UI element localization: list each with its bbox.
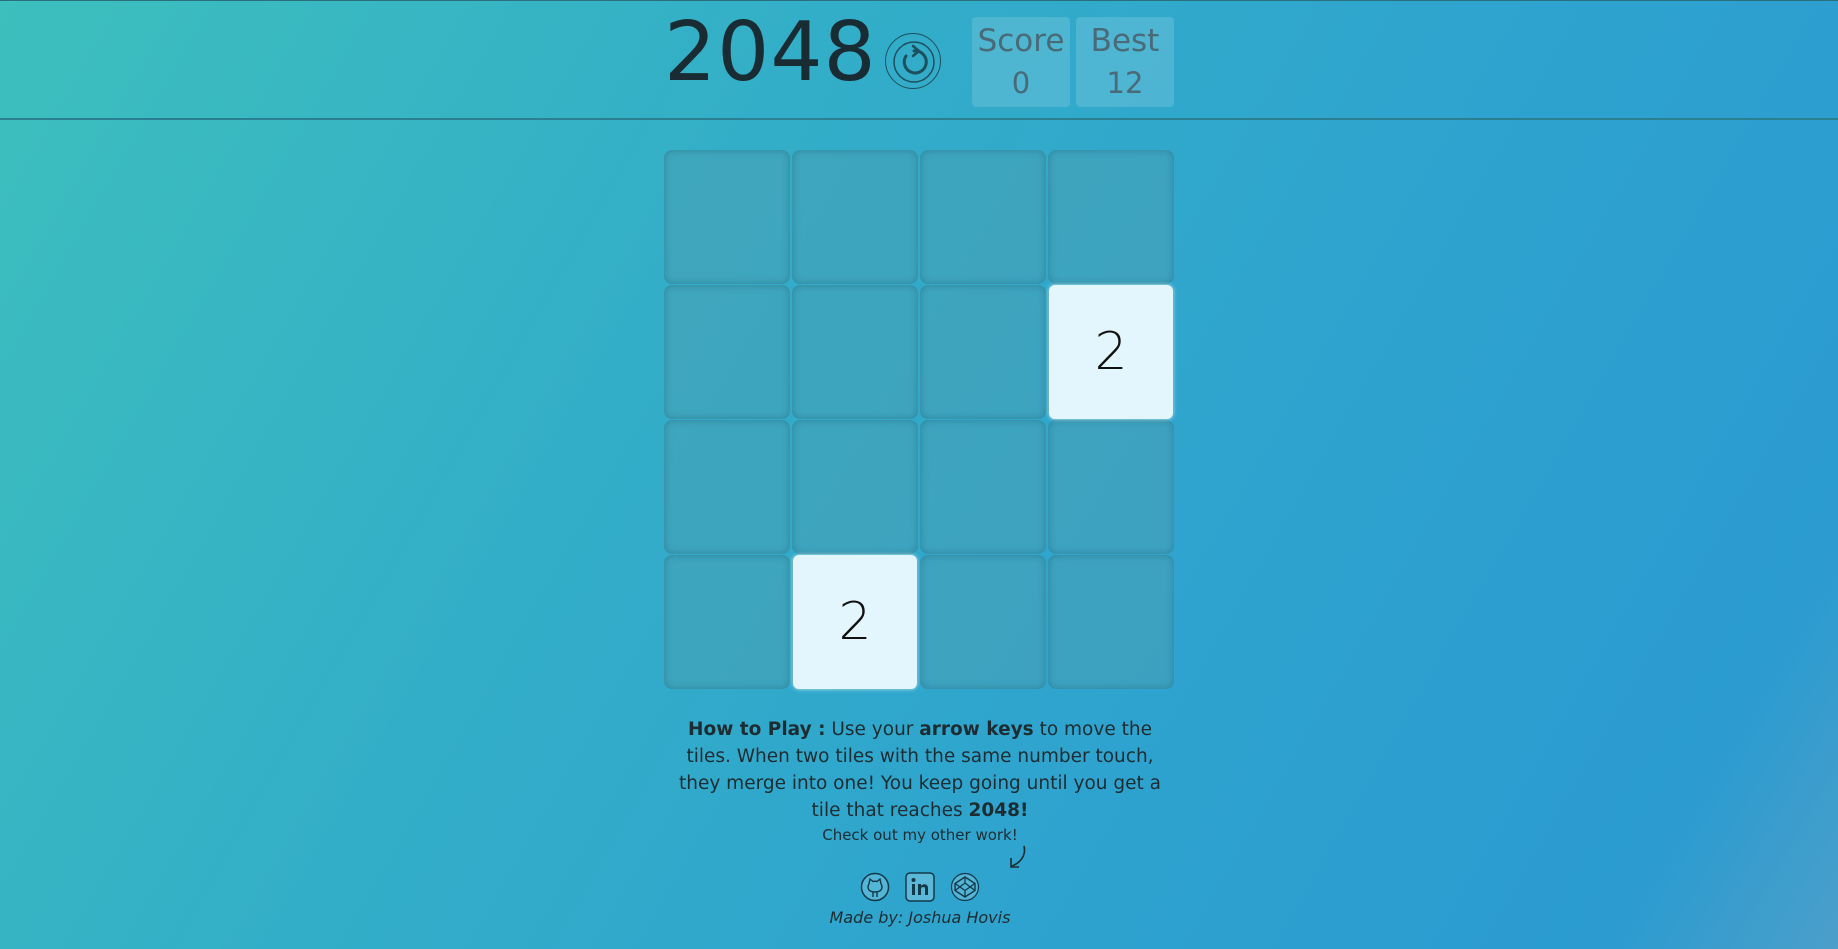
codepen-icon: [950, 872, 980, 902]
score-value: 0: [1011, 66, 1031, 100]
arrow-keys-text: arrow keys: [919, 719, 1034, 740]
restart-icon: [893, 41, 935, 83]
board-cell: [664, 150, 790, 284]
board-cell: [792, 285, 918, 419]
codepen-link[interactable]: [950, 872, 980, 902]
board-cell: [664, 420, 790, 554]
best-box: Best 12: [1076, 17, 1174, 107]
board-cell: [920, 285, 1046, 419]
board-cell: [1048, 150, 1174, 284]
tile: 2: [1049, 285, 1173, 419]
best-value: 12: [1106, 66, 1144, 100]
board-cell: [920, 420, 1046, 554]
game-title: 2048: [664, 5, 877, 100]
github-icon: [860, 872, 890, 902]
made-by-credit: Made by: Joshua Hovis: [829, 908, 1011, 927]
board-cell: [1048, 420, 1174, 554]
check-out-text: Check out my other work!: [822, 826, 1018, 844]
board-cell: [792, 420, 918, 554]
linkedin-link[interactable]: [905, 872, 935, 902]
linkedin-icon: [905, 872, 935, 902]
board-cell: [664, 285, 790, 419]
github-link[interactable]: [860, 872, 890, 902]
board-cell: [1048, 555, 1174, 689]
best-label: Best: [1090, 23, 1160, 59]
score-label: Score: [977, 23, 1065, 59]
goal-text: 2048!: [968, 800, 1029, 821]
board-cell: [664, 555, 790, 689]
score-box: Score 0: [972, 17, 1070, 107]
board-cell: [920, 555, 1046, 689]
game-board[interactable]: 22: [664, 150, 1174, 692]
board-cell: [792, 150, 918, 284]
restart-button[interactable]: [885, 33, 941, 89]
how-to-play-heading: How to Play :: [688, 719, 826, 740]
board-cell: [920, 150, 1046, 284]
how-to-play-text-1: Use your: [825, 719, 920, 740]
how-to-play: How to Play : Use your arrow keys to mov…: [674, 716, 1166, 824]
curved-arrow-icon: [1010, 845, 1026, 868]
game-header: 2048 Score 0 Best 12: [0, 0, 1838, 120]
tile: 2: [793, 555, 917, 689]
